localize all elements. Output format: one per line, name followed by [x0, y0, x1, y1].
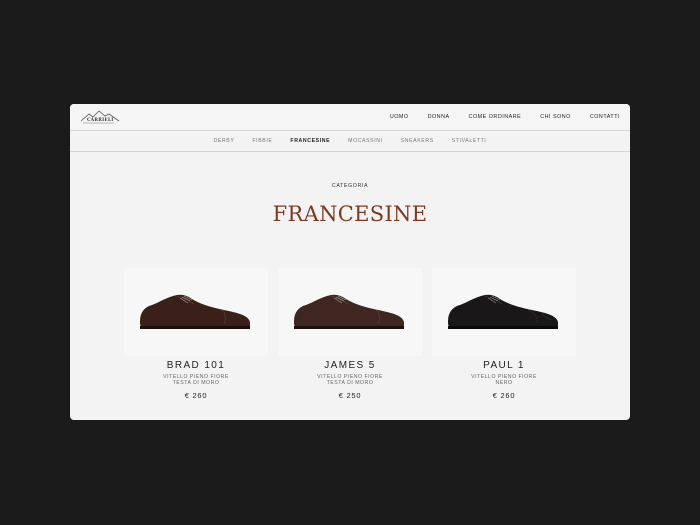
- product-card[interactable]: JAMES 5 VITELLO PIENO FIORE TESTA DI MOR…: [278, 268, 422, 408]
- nav-item-contatti[interactable]: CONTATTI: [590, 114, 620, 120]
- nav-item-uomo[interactable]: UOMO: [390, 114, 409, 120]
- category-sneakers[interactable]: SNEAKERS: [401, 138, 434, 144]
- product-color: TESTA DI MORO: [172, 380, 220, 386]
- brand-logo[interactable]: CARRIELI: [80, 109, 120, 126]
- category-francesine[interactable]: FRANCESINE: [290, 138, 330, 144]
- oxford-shoe-icon: [294, 294, 404, 329]
- category-nav: DERBY FIBBIE FRANCESINE MOCASSINI SNEAKE…: [70, 131, 630, 152]
- product-color: NERO: [495, 380, 513, 386]
- category-fibbie[interactable]: FIBBIE: [252, 138, 272, 144]
- page-title: FRANCESINE: [272, 202, 428, 226]
- product-image[interactable]: [432, 268, 576, 356]
- product-description: VITELLO PIENO FIORE TESTA DI MORO: [278, 374, 422, 386]
- product-card[interactable]: BRAD 101 VITELLO PIENO FIORE TESTA DI MO…: [124, 268, 268, 408]
- product-description: VITELLO PIENO FIORE TESTA DI MORO: [124, 374, 268, 386]
- category-eyebrow: CATEGORIA: [331, 183, 369, 189]
- nav-item-donna[interactable]: DONNA: [428, 114, 450, 120]
- product-card[interactable]: PAUL 1 VITELLO PIENO FIORE NERO € 260: [432, 268, 576, 408]
- nav-item-come-ordinare[interactable]: COME ORDINARE: [469, 114, 522, 120]
- logo-text: CARRIELI: [87, 118, 114, 123]
- product-description: VITELLO PIENO FIORE NERO: [432, 374, 576, 386]
- product-image[interactable]: [278, 268, 422, 356]
- brogue-shoe-icon: [448, 294, 558, 329]
- product-price: € 250: [338, 391, 362, 400]
- category-derby[interactable]: DERBY: [214, 138, 235, 144]
- product-name[interactable]: BRAD 101: [124, 360, 268, 371]
- product-grid: BRAD 101 VITELLO PIENO FIORE TESTA DI MO…: [70, 268, 630, 418]
- main-nav: UOMO DONNA COME ORDINARE CHI SONO CONTAT…: [371, 104, 620, 130]
- product-name[interactable]: PAUL 1: [432, 360, 576, 371]
- product-price: € 260: [492, 391, 516, 400]
- product-image[interactable]: [124, 268, 268, 356]
- header: CARRIELI UOMO DONNA COME ORDINARE CHI SO…: [70, 104, 630, 131]
- category-mocassini[interactable]: MOCASSINI: [348, 138, 383, 144]
- product-price: € 260: [184, 391, 208, 400]
- product-name[interactable]: JAMES 5: [278, 360, 422, 371]
- browser-window: CARRIELI UOMO DONNA COME ORDINARE CHI SO…: [70, 104, 630, 420]
- oxford-shoe-icon: [140, 294, 250, 329]
- category-stivaletti[interactable]: STIVALETTI: [452, 138, 487, 144]
- nav-item-chi-sono[interactable]: CHI SONO: [540, 114, 571, 120]
- product-color: TESTA DI MORO: [326, 380, 374, 386]
